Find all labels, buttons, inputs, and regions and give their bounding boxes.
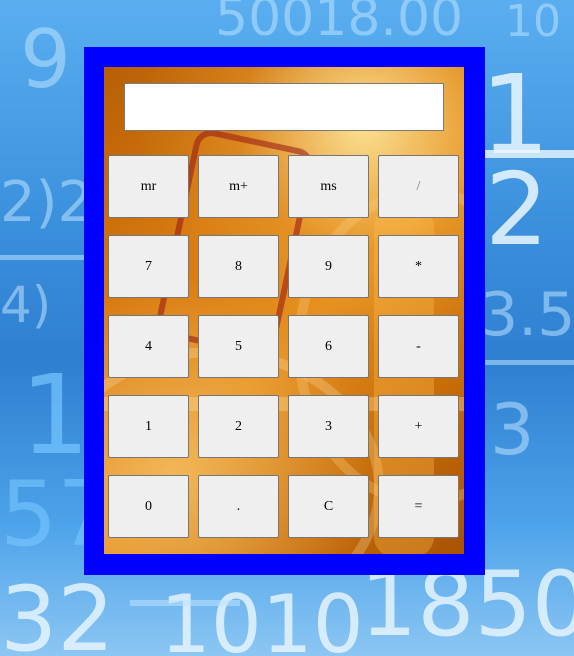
digit-2-button[interactable]: 2 <box>198 395 279 458</box>
memory-store-button[interactable]: ms <box>288 155 369 218</box>
calculator-display[interactable] <box>124 83 444 131</box>
clear-button[interactable]: C <box>288 475 369 538</box>
digit-7-button[interactable]: 7 <box>108 235 189 298</box>
divide-button[interactable]: / <box>378 155 459 218</box>
digit-4-button[interactable]: 4 <box>108 315 189 378</box>
digit-6-button[interactable]: 6 <box>288 315 369 378</box>
plus-button[interactable]: + <box>378 395 459 458</box>
digit-8-button[interactable]: 8 <box>198 235 279 298</box>
multiply-button[interactable]: * <box>378 235 459 298</box>
memory-add-button[interactable]: m+ <box>198 155 279 218</box>
digit-5-button[interactable]: 5 <box>198 315 279 378</box>
digit-0-button[interactable]: 0 <box>108 475 189 538</box>
digit-1-button[interactable]: 1 <box>108 395 189 458</box>
decimal-point-button[interactable]: . <box>198 475 279 538</box>
minus-button[interactable]: - <box>378 315 459 378</box>
equals-button[interactable]: = <box>378 475 459 538</box>
digit-3-button[interactable]: 3 <box>288 395 369 458</box>
memory-recall-button[interactable]: mr <box>108 155 189 218</box>
digit-9-button[interactable]: 9 <box>288 235 369 298</box>
